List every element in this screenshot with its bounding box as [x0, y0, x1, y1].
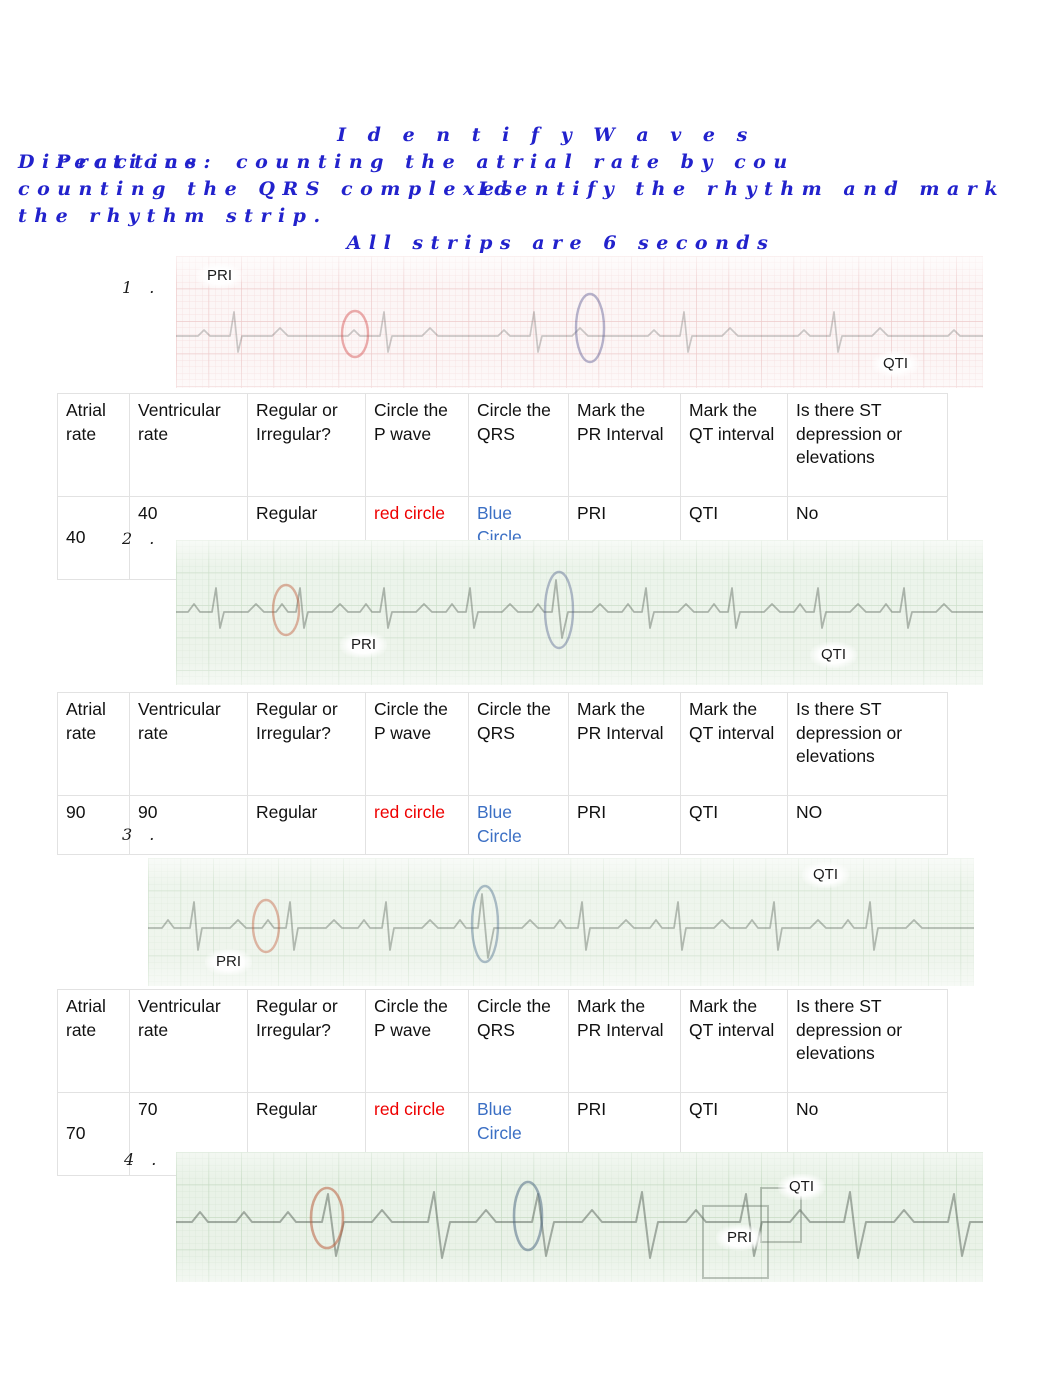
col-header-regularity: Regular or Irregular?: [247, 692, 366, 796]
ecg-waveform-2: [176, 570, 983, 650]
strip-4-pri-label: PRI: [716, 1225, 764, 1251]
col-header-st-change: Is there ST depression or elevations: [787, 393, 948, 497]
col-header-qrs: Circle the QRS: [468, 692, 569, 796]
col-header-ventricular-rate: Ventricular rate: [129, 692, 248, 796]
col-header-st-change: Is there ST depression or elevations: [787, 989, 948, 1093]
ecg-waveform-4: [176, 1180, 983, 1279]
directions-line-2-b: Identify the rhythm and mark: [478, 178, 1005, 200]
col-header-regularity: Regular or Irregular?: [247, 989, 366, 1093]
col-header-atrial-rate: Atrial rate: [57, 692, 130, 796]
directions-line-2-a: counting the QRS complexes: [18, 178, 520, 200]
ecg-waveform-1: [176, 292, 983, 364]
cell-atrial-rate[interactable]: 70: [57, 1092, 130, 1176]
col-header-qrs: Circle the QRS: [468, 989, 569, 1093]
col-header-atrial-rate: Atrial rate: [57, 989, 130, 1093]
ecg-table-2: Atrial rate Ventricular rate Regular or …: [57, 692, 948, 855]
col-header-atrial-rate: Atrial rate: [57, 393, 130, 497]
strip-number-3: 3 .: [122, 825, 161, 844]
col-header-p-wave: Circle the P wave: [365, 393, 469, 497]
document-header: I d e n t i f y W a v e s Directions: Pr…: [0, 122, 1062, 257]
ecg-waveform-3: [148, 884, 974, 964]
directions-line-1-rest: counting the atrial rate by cou: [236, 151, 795, 173]
col-header-qt-interval: Mark the QT interval: [680, 393, 788, 497]
directions-overlap-line: Directions: Practice counting the atrial…: [18, 149, 1062, 176]
cell-qrs[interactable]: Blue Circle: [468, 795, 569, 855]
table-row: 90 90 Regular red circle Blue Circle PRI…: [57, 795, 948, 855]
cell-st-change[interactable]: NO: [787, 795, 948, 855]
ecg-strip-2: [176, 540, 983, 685]
cell-p-wave[interactable]: red circle: [365, 795, 469, 855]
cell-qt-interval[interactable]: QTI: [680, 795, 788, 855]
col-header-qt-interval: Mark the QT interval: [680, 692, 788, 796]
strip-2-qti-label: QTI: [810, 642, 857, 668]
strip-2-pri-label: PRI: [340, 632, 388, 658]
cell-regularity[interactable]: Regular: [247, 795, 366, 855]
directions-line-1: Directions: Practice counting the atrial…: [0, 149, 1062, 176]
strip-4-qti-label: QTI: [778, 1174, 825, 1200]
practice-label: Practice: [56, 151, 204, 173]
col-header-pr-interval: Mark the PR Interval: [568, 989, 681, 1093]
directions-overlap-line-2: counting the QRS complexes Identify the …: [18, 176, 1062, 203]
ecg-table-3: Atrial rate Ventricular rate Regular or …: [57, 989, 948, 1176]
cell-atrial-rate[interactable]: 90: [57, 795, 130, 855]
col-header-ventricular-rate: Ventricular rate: [129, 989, 248, 1093]
strip-3-pri-label: PRI: [205, 949, 253, 975]
strip-1-qti-label: QTI: [872, 351, 919, 377]
strip-1-pri-label: PRI: [196, 263, 244, 289]
col-header-p-wave: Circle the P wave: [365, 692, 469, 796]
ecg-strip-1: [176, 256, 983, 388]
ecg-strip-3: [148, 858, 974, 986]
strip-number-1: 1 .: [122, 278, 161, 297]
strip-3-qti-label: QTI: [802, 862, 849, 888]
ecg-strip-4: [176, 1152, 983, 1282]
strip-number-2: 2 .: [122, 529, 161, 548]
table-header-row: Atrial rate Ventricular rate Regular or …: [57, 989, 948, 1093]
directions-line-3: the rhythm strip.: [18, 205, 328, 227]
col-header-st-change: Is there ST depression or elevations: [787, 692, 948, 796]
col-header-pr-interval: Mark the PR Interval: [568, 692, 681, 796]
cell-atrial-rate[interactable]: 40: [57, 496, 130, 580]
all-strips-note: All strips are 6 seconds: [346, 232, 776, 254]
page-title: I d e n t i f y W a v e s: [337, 124, 755, 146]
col-header-pr-interval: Mark the PR Interval: [568, 393, 681, 497]
strip-number-4: 4 .: [124, 1150, 163, 1169]
cell-pr-interval[interactable]: PRI: [568, 795, 681, 855]
col-header-qt-interval: Mark the QT interval: [680, 989, 788, 1093]
col-header-qrs: Circle the QRS: [468, 393, 569, 497]
table-header-row: Atrial rate Ventricular rate Regular or …: [57, 393, 948, 497]
directions-line-2: counting the QRS complexes Identify the …: [0, 176, 1062, 203]
col-header-p-wave: Circle the P wave: [365, 989, 469, 1093]
col-header-regularity: Regular or Irregular?: [247, 393, 366, 497]
col-header-ventricular-rate: Ventricular rate: [129, 393, 248, 497]
table-header-row: Atrial rate Ventricular rate Regular or …: [57, 692, 948, 796]
